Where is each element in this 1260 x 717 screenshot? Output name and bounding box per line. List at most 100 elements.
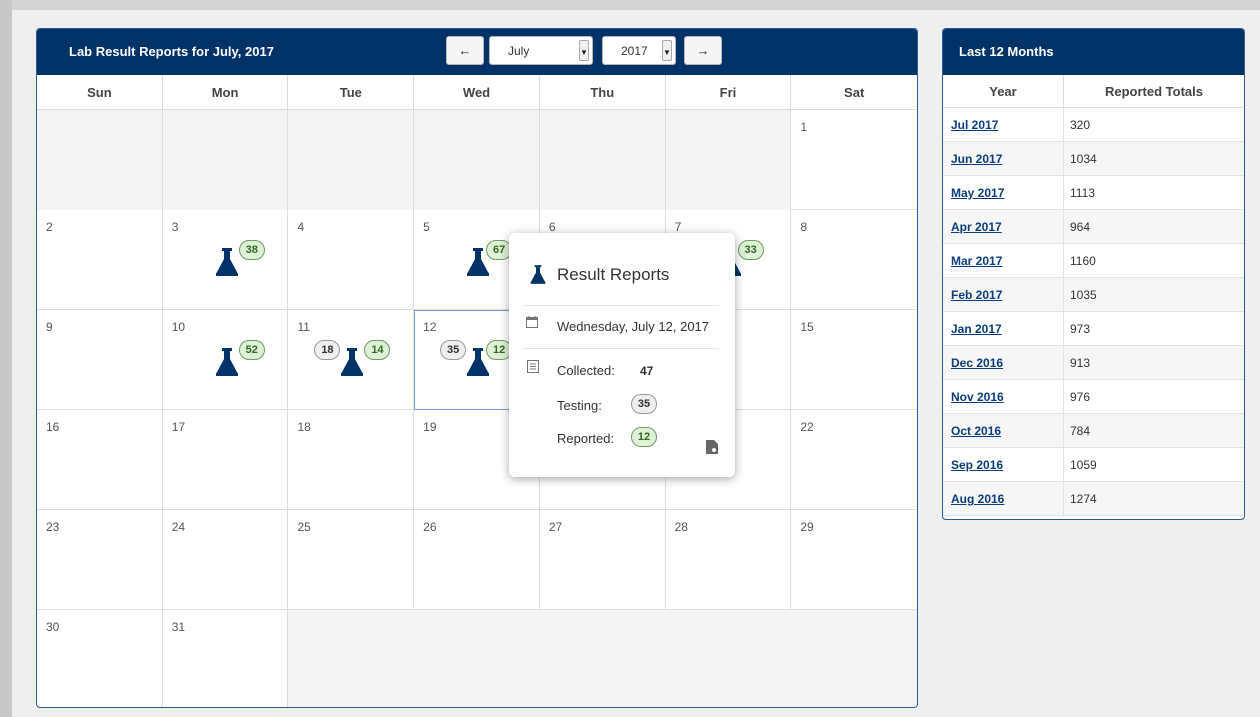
- table-row: Nov 2016 976: [943, 380, 1244, 414]
- file-report-icon[interactable]: [706, 440, 718, 454]
- collected-value: 47: [640, 364, 654, 378]
- calendar-day[interactable]: 26: [414, 510, 540, 610]
- total-cell: 1035: [1070, 288, 1097, 302]
- month-link[interactable]: Nov 2016: [951, 390, 1004, 404]
- total-cell: 1274: [1070, 492, 1097, 506]
- flask-icon[interactable]: [215, 248, 239, 276]
- month-link[interactable]: Jul 2017: [951, 118, 998, 132]
- calendar-week: 30 31: [37, 610, 917, 707]
- collected-label: Collected:: [557, 363, 615, 378]
- popover-title: Result Reports: [557, 265, 670, 284]
- total-cell: 964: [1070, 220, 1091, 234]
- prev-month-button[interactable]: ←: [446, 36, 484, 65]
- calendar-icon: [526, 316, 538, 328]
- table-row: Jun 2017 1034: [943, 142, 1244, 176]
- day-number: 17: [171, 420, 186, 434]
- table-row: Jan 2017 973: [943, 312, 1244, 346]
- table-row: May 2017 1113: [943, 176, 1244, 210]
- calendar-day[interactable]: 22: [791, 410, 917, 510]
- calendar-day[interactable]: 29: [791, 510, 917, 610]
- weekday-fri: Fri: [666, 75, 792, 109]
- last-12-months-panel: Last 12 Months Year Reported Totals Jul …: [942, 28, 1245, 520]
- calendar-week: 16 17 18 19 22: [37, 410, 917, 510]
- calendar-week: 1: [37, 110, 917, 210]
- day-number: 26: [423, 520, 437, 534]
- flask-icon: [530, 265, 546, 284]
- month-link[interactable]: May 2017: [951, 186, 1004, 200]
- day-number: 31: [171, 620, 186, 634]
- month-select[interactable]: July ▼: [489, 36, 593, 65]
- calendar-day[interactable]: 17: [163, 410, 289, 510]
- total-cell: 320: [1070, 118, 1091, 132]
- table-row: Mar 2017 1160: [943, 244, 1244, 278]
- weekday-sun: Sun: [37, 75, 163, 109]
- calendar-day[interactable]: 9: [37, 310, 163, 410]
- month-link[interactable]: Mar 2017: [951, 254, 1002, 268]
- reported-badge[interactable]: 14: [364, 340, 391, 360]
- total-cell: 976: [1070, 390, 1091, 404]
- month-link[interactable]: Jan 2017: [951, 322, 1002, 336]
- testing-badge[interactable]: 18: [314, 340, 341, 360]
- month-link[interactable]: Dec 2016: [951, 356, 1003, 370]
- column-header-year: Year: [943, 75, 1064, 107]
- calendar-day[interactable]: 11 18 14: [288, 310, 415, 410]
- total-cell: 1113: [1070, 186, 1095, 200]
- reported-badge[interactable]: 33: [737, 240, 764, 260]
- calendar-day[interactable]: 24: [163, 510, 289, 610]
- table-row: Jul 2017 320: [943, 108, 1244, 142]
- calendar-day[interactable]: 25: [288, 510, 415, 610]
- calendar-day[interactable]: 30: [37, 610, 163, 707]
- month-link[interactable]: Aug 2016: [951, 492, 1004, 506]
- calendar-day-empty: [162, 110, 289, 210]
- day-number: 8: [800, 220, 807, 234]
- day-number: 22: [800, 420, 814, 434]
- testing-badge[interactable]: 35: [440, 340, 467, 360]
- calendar-day[interactable]: 10 52: [163, 310, 289, 410]
- calendar-day-empty: [665, 110, 792, 210]
- month-link[interactable]: Oct 2016: [951, 424, 1001, 438]
- day-number: 12: [423, 320, 437, 334]
- calendar-day[interactable]: 15: [791, 310, 917, 410]
- top-strip: [0, 0, 1260, 10]
- table-row: Aug 2016 1274: [943, 482, 1244, 516]
- calendar-grid: 1 2 3 38 4 5 67 6 7 33 8 9 10 52 11 18 1…: [37, 110, 917, 707]
- list-icon: [527, 360, 539, 373]
- reported-badge[interactable]: 38: [238, 240, 265, 260]
- table-body: Jul 2017 320 Jun 2017 1034 May 2017 1113 Ap…: [943, 108, 1244, 516]
- calendar-day[interactable]: 16: [37, 410, 163, 510]
- calendar-day[interactable]: 1: [791, 110, 917, 210]
- calendar-day[interactable]: 4: [288, 210, 415, 310]
- calendar-day-empty: [414, 110, 540, 210]
- chevron-down-icon: ▼: [662, 40, 672, 61]
- calendar-day[interactable]: 8: [791, 210, 917, 310]
- next-month-button[interactable]: →: [684, 36, 722, 65]
- calendar-day[interactable]: 23: [37, 510, 163, 610]
- day-number: 16: [46, 420, 60, 434]
- calendar-day[interactable]: 28: [666, 510, 792, 610]
- calendar-day[interactable]: 27: [540, 510, 666, 610]
- day-number: 7: [674, 220, 682, 234]
- month-link[interactable]: Sep 2016: [951, 458, 1003, 472]
- calendar-day[interactable]: 18: [288, 410, 415, 510]
- flask-icon[interactable]: [215, 348, 239, 376]
- calendar-day-empty: [37, 110, 163, 210]
- divider: [523, 305, 719, 306]
- month-link[interactable]: Jun 2017: [951, 152, 1002, 166]
- reported-badge[interactable]: 52: [238, 340, 265, 360]
- month-link[interactable]: Feb 2017: [951, 288, 1002, 302]
- day-number: 11: [297, 320, 310, 334]
- total-cell: 784: [1070, 424, 1091, 438]
- flask-icon[interactable]: [340, 348, 364, 376]
- month-link[interactable]: Apr 2017: [951, 220, 1002, 234]
- calendar-day[interactable]: 31: [163, 610, 289, 707]
- day-number: 5: [423, 220, 430, 234]
- total-cell: 1034: [1070, 152, 1097, 166]
- day-number: 29: [800, 520, 814, 534]
- day-number: 25: [297, 520, 311, 534]
- table-row: Dec 2016 913: [943, 346, 1244, 380]
- calendar-day[interactable]: 3 38: [163, 210, 289, 310]
- calendar-day[interactable]: 2: [37, 210, 163, 310]
- weekday-sat: Sat: [844, 85, 865, 100]
- calendar-week: 9 10 52 11 18 14 12 35 12 15: [37, 310, 917, 410]
- year-select[interactable]: 2017 ▼: [602, 36, 676, 65]
